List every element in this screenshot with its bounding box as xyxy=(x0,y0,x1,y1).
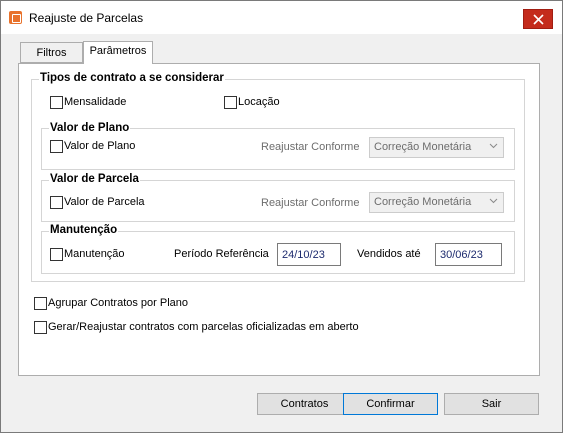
sair-button[interactable]: Sair xyxy=(444,393,539,415)
close-button[interactable] xyxy=(523,9,553,29)
valor-plano-checkbox[interactable] xyxy=(50,140,63,153)
agrupar-label: Agrupar Contratos por Plano xyxy=(48,297,189,309)
gerar-reajustar-label: Gerar/Reajustar contratos com parcelas o… xyxy=(48,321,359,333)
title-bar: Reajuste de Parcelas xyxy=(1,1,562,34)
manutencao-checkbox[interactable] xyxy=(50,248,63,261)
mensalidade-label: Mensalidade xyxy=(64,96,127,108)
plano-reajustar-select[interactable]: Correção Monetária xyxy=(369,137,504,158)
valor-parcela-checkbox[interactable] xyxy=(50,196,63,209)
tab-filtros[interactable]: Filtros xyxy=(20,42,83,63)
tipos-group-title: Tipos de contrato a se considerar xyxy=(39,72,225,84)
chevron-down-icon xyxy=(489,198,498,204)
close-icon xyxy=(533,14,544,25)
parcela-reajustar-label: Reajustar Conforme xyxy=(261,197,360,209)
plano-reajustar-value: Correção Monetária xyxy=(374,141,472,153)
periodo-referencia-label: Período Referência xyxy=(174,248,269,260)
plano-group-title: Valor de Plano xyxy=(49,122,131,134)
parcela-reajustar-select[interactable]: Correção Monetária xyxy=(369,192,504,213)
parametros-panel: Tipos de contrato a se considerar Mensal… xyxy=(18,63,540,376)
vendidos-ate-input[interactable]: 30/06/23 xyxy=(435,243,502,266)
window-title: Reajuste de Parcelas xyxy=(29,11,144,25)
app-icon xyxy=(9,11,22,24)
parcela-group-title: Valor de Parcela xyxy=(49,173,140,185)
valor-plano-label: Valor de Plano xyxy=(64,140,136,152)
agrupar-checkbox[interactable] xyxy=(34,297,47,310)
manutencao-group-title: Manutenção xyxy=(49,224,119,236)
mensalidade-checkbox[interactable] xyxy=(50,96,63,109)
chevron-down-icon xyxy=(489,143,498,149)
dialog-window: Reajuste de Parcelas Filtros Parâmetros … xyxy=(0,0,563,433)
contratos-button[interactable]: Contratos xyxy=(257,393,352,415)
parcela-reajustar-value: Correção Monetária xyxy=(374,196,472,208)
confirmar-button[interactable]: Confirmar xyxy=(343,393,438,415)
tab-parametros[interactable]: Parâmetros xyxy=(83,41,153,64)
plano-reajustar-label: Reajustar Conforme xyxy=(261,141,360,153)
gerar-reajustar-checkbox[interactable] xyxy=(34,321,47,334)
manutencao-label: Manutenção xyxy=(64,248,125,260)
locacao-label: Locação xyxy=(238,96,280,108)
valor-parcela-label: Valor de Parcela xyxy=(64,196,145,208)
periodo-referencia-input[interactable]: 24/10/23 xyxy=(277,243,341,266)
locacao-checkbox[interactable] xyxy=(224,96,237,109)
vendidos-ate-label: Vendidos até xyxy=(357,248,421,260)
